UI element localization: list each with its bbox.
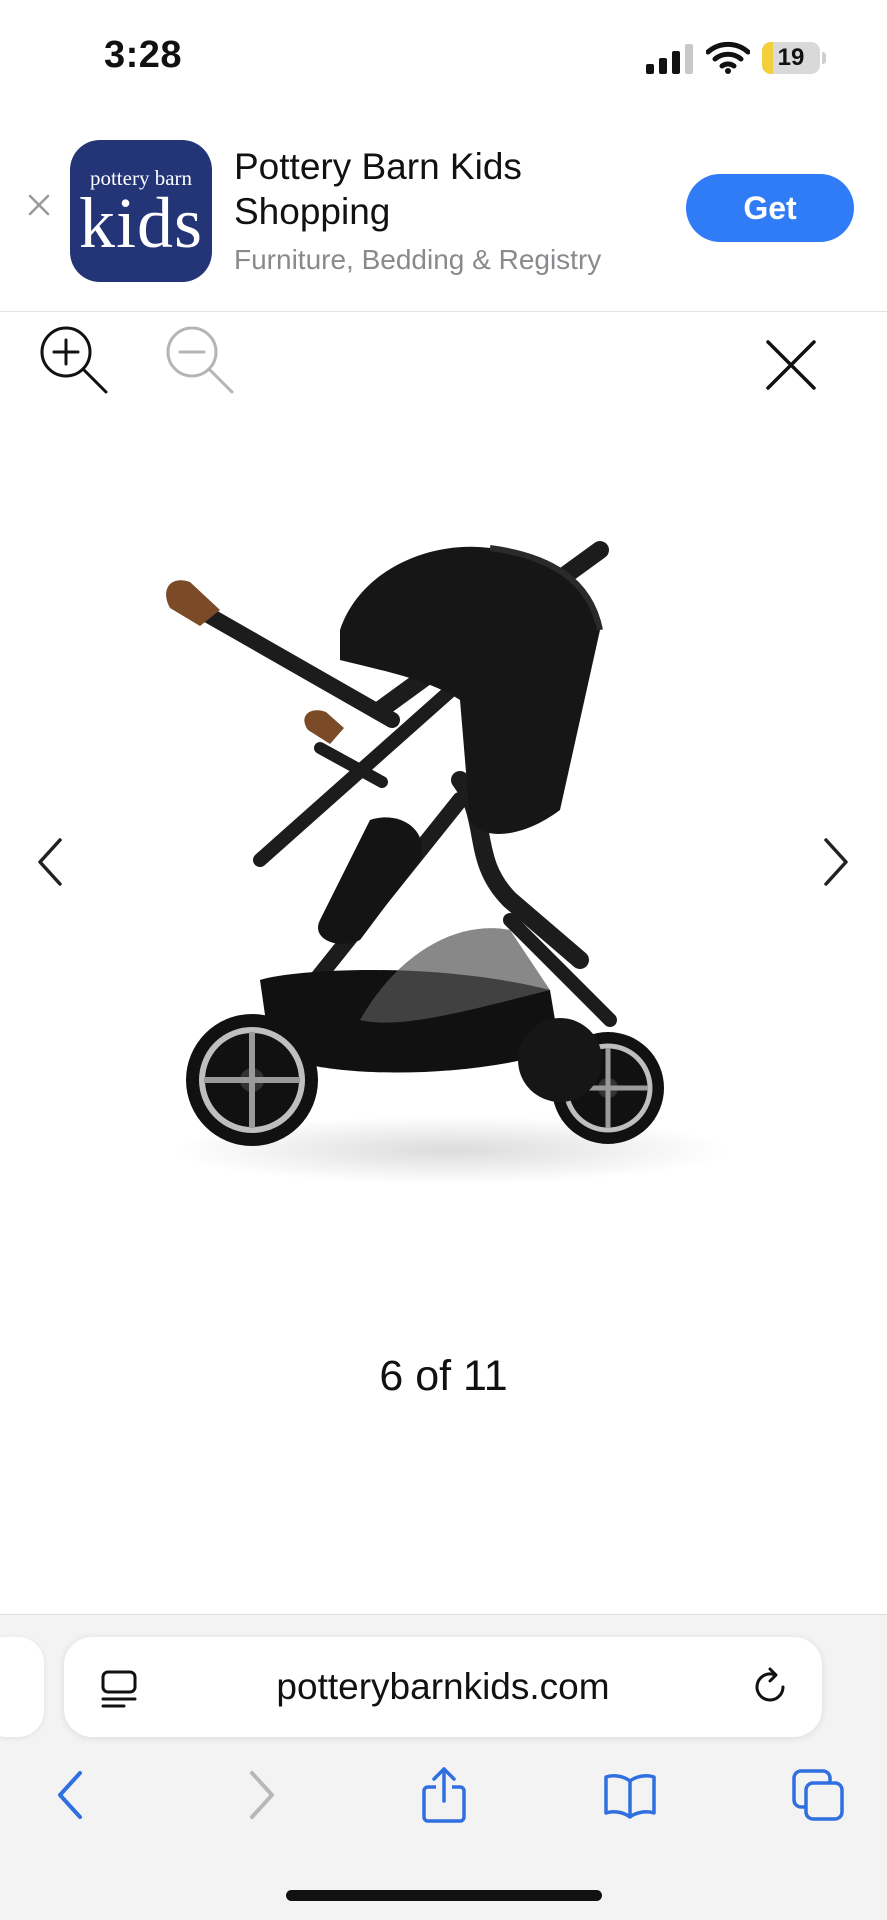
tabs-icon[interactable] (790, 1767, 846, 1823)
battery-level: 19 (777, 44, 805, 71)
page-menu-icon[interactable] (100, 1669, 138, 1709)
close-viewer-icon[interactable] (762, 336, 820, 394)
product-image[interactable] (130, 520, 770, 1220)
share-icon[interactable] (416, 1767, 472, 1823)
address-bar[interactable]: potterybarnkids.com (64, 1637, 822, 1737)
cellular-signal-icon (646, 44, 693, 74)
status-bar: 3:28 19 (0, 0, 887, 120)
app-icon[interactable]: pottery barn kids (70, 140, 212, 282)
get-app-button[interactable]: Get (686, 174, 854, 242)
previous-tab-peek[interactable] (0, 1637, 44, 1737)
app-name: Pottery Barn Kids Shopping (234, 146, 522, 232)
bookmarks-icon[interactable] (602, 1767, 658, 1823)
forward-icon[interactable] (230, 1767, 286, 1823)
previous-image-icon[interactable] (30, 834, 70, 890)
wifi-icon (706, 41, 750, 74)
zoom-out-icon[interactable] (162, 322, 236, 396)
battery-cap (822, 52, 826, 64)
image-counter: 6 of 11 (379, 1352, 508, 1400)
address-text[interactable]: potterybarnkids.com (154, 1637, 732, 1737)
back-icon[interactable] (46, 1767, 102, 1823)
battery-icon: 19 (762, 42, 820, 74)
zoom-in-icon[interactable] (36, 322, 110, 396)
reload-icon[interactable] (750, 1667, 790, 1707)
app-subtitle: Furniture, Bedding & Registry (234, 244, 602, 275)
status-time: 3:28 (104, 34, 183, 76)
safari-toolbar: potterybarnkids.com (0, 1614, 887, 1920)
battery-indicator: 19 (762, 42, 826, 74)
smart-app-banner: pottery barn kids Pottery Barn Kids Shop… (0, 120, 887, 312)
app-icon-logo-main: kids (78, 183, 204, 263)
next-image-icon[interactable] (816, 834, 856, 890)
home-indicator (286, 1890, 602, 1901)
banner-close-icon[interactable] (26, 192, 52, 218)
